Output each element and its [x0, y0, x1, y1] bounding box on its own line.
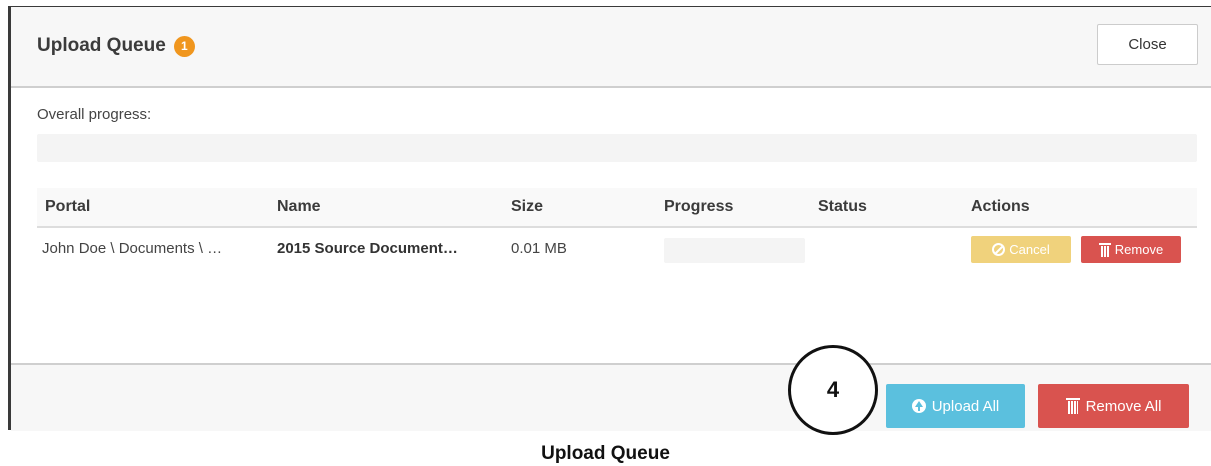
figure-caption: Upload Queue	[541, 443, 670, 464]
step-callout: 4	[788, 345, 878, 435]
remove-item-button[interactable]: Remove	[1081, 236, 1181, 263]
close-button[interactable]: Close	[1097, 24, 1198, 65]
column-header-portal: Portal	[45, 198, 91, 215]
trash-icon	[1098, 242, 1111, 257]
overall-progress-bar	[37, 134, 1197, 162]
ban-icon	[992, 243, 1006, 256]
dialog-title-text: Upload Queue	[37, 35, 166, 56]
cancel-label: Cancel	[1009, 242, 1050, 257]
row-size: 0.01 MB	[511, 240, 567, 257]
table-row: John Doe \ Documents \ … 2015 Source Doc…	[37, 230, 1197, 268]
column-header-size: Size	[511, 198, 544, 215]
dialog-footer: Upload All Remove All	[11, 363, 1211, 431]
upload-all-label: Upload All	[931, 397, 1000, 415]
remove-all-button[interactable]: Remove All	[1038, 384, 1189, 428]
column-header-actions: Actions	[971, 198, 1030, 215]
queue-count-badge: 1	[173, 35, 195, 57]
overall-progress-label: Overall progress:	[37, 106, 152, 123]
upload-queue-dialog: Upload Queue 1 Close Overall progress: P…	[8, 6, 1211, 431]
column-header-status: Status	[818, 198, 867, 215]
upload-all-button[interactable]: Upload All	[886, 384, 1025, 428]
row-name: 2015 Source Document…	[277, 240, 458, 257]
arrow-circle-up-icon	[911, 399, 926, 413]
dialog-header: Upload Queue 1 Close	[11, 7, 1211, 88]
remove-label: Remove	[1114, 242, 1164, 257]
cancel-upload-button[interactable]: Cancel	[971, 236, 1071, 263]
trash-icon	[1065, 397, 1080, 415]
remove-all-label: Remove All	[1085, 397, 1162, 415]
row-portal: John Doe \ Documents \ …	[42, 240, 223, 257]
queue-table-header: Portal Name Size Progress Status Actions	[37, 188, 1197, 228]
dialog-title: Upload Queue 1	[37, 35, 195, 57]
column-header-name: Name	[277, 198, 321, 215]
dialog-body: Overall progress: Portal Name Size Progr…	[11, 90, 1211, 363]
row-progress-bar	[664, 238, 805, 263]
column-header-progress: Progress	[664, 198, 734, 215]
